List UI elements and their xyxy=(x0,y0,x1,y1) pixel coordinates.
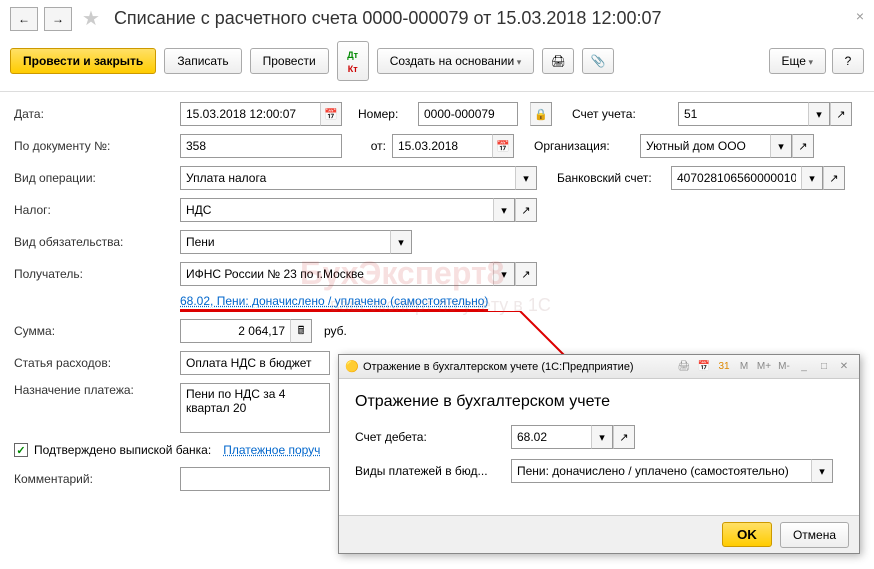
attach-button[interactable]: 📎 xyxy=(582,48,614,74)
operation-label: Вид операции: xyxy=(14,171,174,185)
page-title: Списание с расчетного счета 0000-000079 … xyxy=(114,8,662,29)
tax-dropdown-icon[interactable]: ▾ xyxy=(493,198,515,222)
obligation-label: Вид обязательства: xyxy=(14,235,174,249)
bank-label: Банковский счет: xyxy=(557,171,665,185)
dialog-minimize-icon[interactable]: _ xyxy=(795,359,813,375)
operation-dropdown-icon[interactable]: ▾ xyxy=(515,166,537,190)
number-label: Номер: xyxy=(358,107,412,121)
recipient-dropdown-icon[interactable]: ▾ xyxy=(493,262,515,286)
accounting-link[interactable]: 68.02, Пени: доначислено / уплачено (сам… xyxy=(180,294,488,311)
payment-type-input[interactable] xyxy=(511,459,811,483)
obligation-dropdown-icon[interactable]: ▾ xyxy=(390,230,412,254)
app-icon: 🟡 xyxy=(345,360,359,374)
post-and-close-button[interactable]: Провести и закрыть xyxy=(10,48,156,74)
dialog-maximize-icon[interactable]: □ xyxy=(815,359,833,375)
tax-open-icon[interactable]: ↗ xyxy=(515,198,537,222)
dialog-mminus-button[interactable]: M- xyxy=(775,359,793,375)
comment-input[interactable] xyxy=(180,467,330,491)
from-date-input[interactable] xyxy=(392,134,492,158)
accounting-dialog: 🟡 Отражение в бухгалтерском учете (1С:Пр… xyxy=(338,354,860,554)
number-input[interactable] xyxy=(418,102,518,126)
org-open-icon[interactable]: ↗ xyxy=(792,134,814,158)
nav-back-button[interactable]: ← xyxy=(10,7,38,31)
account-open-icon[interactable]: ↗ xyxy=(830,102,852,126)
bank-open-icon[interactable]: ↗ xyxy=(823,166,845,190)
dialog-date-icon[interactable]: 31 xyxy=(715,359,733,375)
dialog-window-title: Отражение в бухгалтерском учете (1С:Пред… xyxy=(363,361,634,373)
obligation-input[interactable] xyxy=(180,230,390,254)
debit-open-icon[interactable]: ↗ xyxy=(613,425,635,449)
confirmed-checkbox[interactable]: ✓ xyxy=(14,443,28,457)
sum-label: Сумма: xyxy=(14,324,174,338)
comment-label: Комментарий: xyxy=(14,472,174,486)
from-label: от: xyxy=(358,139,386,153)
dialog-title: Отражение в бухгалтерском учете xyxy=(355,393,843,411)
cancel-button[interactable]: Отмена xyxy=(780,522,849,548)
dialog-mplus-button[interactable]: M+ xyxy=(755,359,773,375)
number-lock-icon[interactable]: 🔒 xyxy=(530,102,552,126)
confirmed-label: Подтверждено выпиской банка: xyxy=(34,443,211,457)
payment-type-label: Виды платежей в бюд... xyxy=(355,464,505,478)
expense-input[interactable] xyxy=(180,351,330,375)
create-based-on-button[interactable]: Создать на основании xyxy=(377,48,535,74)
debit-dropdown-icon[interactable]: ▾ xyxy=(591,425,613,449)
account-input[interactable] xyxy=(678,102,808,126)
ok-button[interactable]: OK xyxy=(722,522,772,547)
save-button[interactable]: Записать xyxy=(164,48,241,74)
account-label: Счет учета: xyxy=(572,107,672,121)
date-label: Дата: xyxy=(14,107,174,121)
expense-label: Статья расходов: xyxy=(14,356,174,370)
docnum-label: По документу №: xyxy=(14,139,174,153)
dialog-calendar-icon[interactable]: 📅 xyxy=(695,359,713,375)
bank-dropdown-icon[interactable]: ▾ xyxy=(801,166,823,190)
dialog-m-button[interactable]: M xyxy=(735,359,753,375)
payment-type-dropdown-icon[interactable]: ▾ xyxy=(811,459,833,483)
nav-forward-button[interactable]: → xyxy=(44,7,72,31)
org-dropdown-icon[interactable]: ▾ xyxy=(770,134,792,158)
tax-input[interactable] xyxy=(180,198,493,222)
currency-label: руб. xyxy=(324,324,347,338)
dtkt-button[interactable]: ДтКт xyxy=(337,41,369,81)
close-icon[interactable]: × xyxy=(856,8,864,24)
from-calendar-icon[interactable]: 📅 xyxy=(492,134,514,158)
bank-input[interactable] xyxy=(671,166,801,190)
org-input[interactable] xyxy=(640,134,770,158)
operation-input[interactable] xyxy=(180,166,515,190)
calculator-icon[interactable]: 🖩 xyxy=(290,319,312,343)
payment-order-link[interactable]: Платежное поруч xyxy=(223,443,320,457)
purpose-textarea[interactable] xyxy=(180,383,330,433)
recipient-input[interactable] xyxy=(180,262,493,286)
recipient-open-icon[interactable]: ↗ xyxy=(515,262,537,286)
purpose-label: Назначение платежа: xyxy=(14,383,174,397)
date-input[interactable] xyxy=(180,102,320,126)
favorite-star-icon[interactable]: ★ xyxy=(82,6,100,31)
debit-account-input[interactable] xyxy=(511,425,591,449)
dialog-close-icon[interactable]: ✕ xyxy=(835,359,853,375)
print-button[interactable]: 🖨 xyxy=(542,48,574,74)
sum-input[interactable] xyxy=(180,319,290,343)
calendar-icon[interactable]: 📅 xyxy=(320,102,342,126)
help-button[interactable]: ? xyxy=(832,48,864,74)
recipient-label: Получатель: xyxy=(14,267,174,281)
more-button[interactable]: Еще xyxy=(769,48,826,74)
debit-account-label: Счет дебета: xyxy=(355,430,505,444)
tax-label: Налог: xyxy=(14,203,174,217)
dialog-print-icon[interactable]: 🖨 xyxy=(675,359,693,375)
docnum-input[interactable] xyxy=(180,134,342,158)
post-button[interactable]: Провести xyxy=(250,48,329,74)
org-label: Организация: xyxy=(534,139,634,153)
account-dropdown-icon[interactable]: ▾ xyxy=(808,102,830,126)
